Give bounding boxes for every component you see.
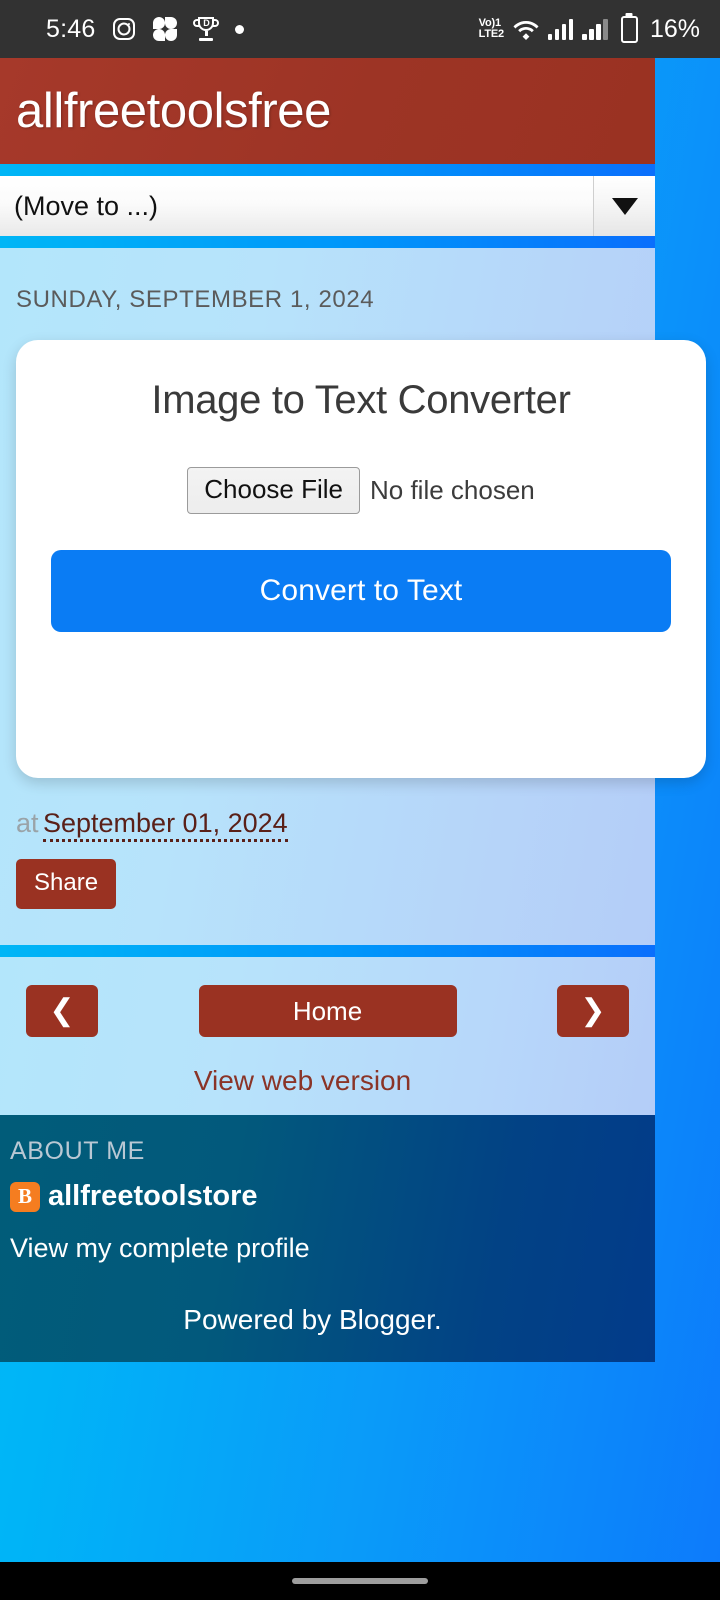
phone-screen: 5:46 D Vo)1 LTE2 16% allfreetoolsfree (M…	[0, 0, 720, 1600]
gesture-navigation-bar[interactable]	[0, 1562, 720, 1600]
dot-icon	[235, 24, 245, 34]
powered-by-blogger-label[interactable]: Powered by Blogger.	[10, 1304, 655, 1336]
post-navigation-area: ❮ Home ❯ View web version	[0, 957, 655, 1115]
post-meta-date-link[interactable]: September 01, 2024	[42, 808, 288, 842]
move-to-select-value: (Move to ...)	[14, 190, 159, 221]
view-profile-link[interactable]: View my complete profile	[10, 1233, 655, 1264]
about-me-username[interactable]: allfreetoolstore	[48, 1180, 258, 1213]
divider-blue-under-select	[0, 236, 655, 248]
about-me-user[interactable]: B allfreetoolstore	[10, 1180, 655, 1213]
convert-to-text-button[interactable]: Convert to Text	[51, 550, 671, 632]
image-to-text-card: Image to Text Converter Choose File No f…	[16, 340, 706, 778]
battery-percent-label: 16%	[649, 14, 700, 43]
older-posts-button[interactable]: ❮	[26, 985, 98, 1037]
view-web-version-link[interactable]: View web version	[0, 1065, 655, 1097]
status-clock: 5:46	[46, 14, 96, 43]
move-to-select[interactable]: (Move to ...)	[0, 176, 655, 236]
tool-title: Image to Text Converter	[151, 378, 571, 422]
post-meta: at September 01, 2024	[0, 808, 655, 842]
choose-file-button[interactable]: Choose File	[187, 467, 360, 514]
gesture-pill[interactable]	[292, 1578, 428, 1584]
post-navigation-row: ❮ Home ❯	[0, 985, 655, 1037]
blogger-icon: B	[10, 1181, 40, 1212]
chevron-down-icon[interactable]	[593, 176, 655, 236]
divider-blue-nav	[0, 945, 655, 957]
file-input-row: Choose File No file chosen	[16, 467, 706, 514]
status-bar: 5:46 D Vo)1 LTE2 16%	[0, 0, 720, 58]
volte-bottom-label: LTE2	[478, 28, 504, 40]
about-me-heading: ABOUT ME	[10, 1137, 145, 1165]
share-button[interactable]: Share	[16, 859, 117, 909]
blog-header: allfreetoolsfree	[0, 58, 655, 164]
status-bar-left: 5:46 D	[0, 14, 245, 44]
signal-bars-1-icon	[547, 18, 574, 40]
status-bar-right: Vo)1 LTE2 16%	[479, 15, 720, 44]
blog-title: allfreetoolsfree	[16, 84, 331, 138]
instagram-icon	[113, 18, 136, 40]
trophy-icon: D	[193, 17, 220, 41]
battery-icon	[620, 15, 638, 43]
volte-icon: Vo)1 LTE2	[479, 18, 504, 40]
signal-bars-2-icon	[582, 18, 608, 40]
wifi-icon	[513, 17, 539, 41]
about-me-section: ABOUT ME B allfreetoolstore View my comp…	[0, 1115, 655, 1362]
post-meta-prefix: at	[16, 808, 39, 838]
divider-blue-top	[0, 164, 655, 176]
file-status-label: No file chosen	[369, 475, 535, 505]
home-button[interactable]: Home	[198, 985, 457, 1037]
clover-icon	[153, 17, 178, 41]
newer-posts-button[interactable]: ❯	[557, 985, 629, 1037]
